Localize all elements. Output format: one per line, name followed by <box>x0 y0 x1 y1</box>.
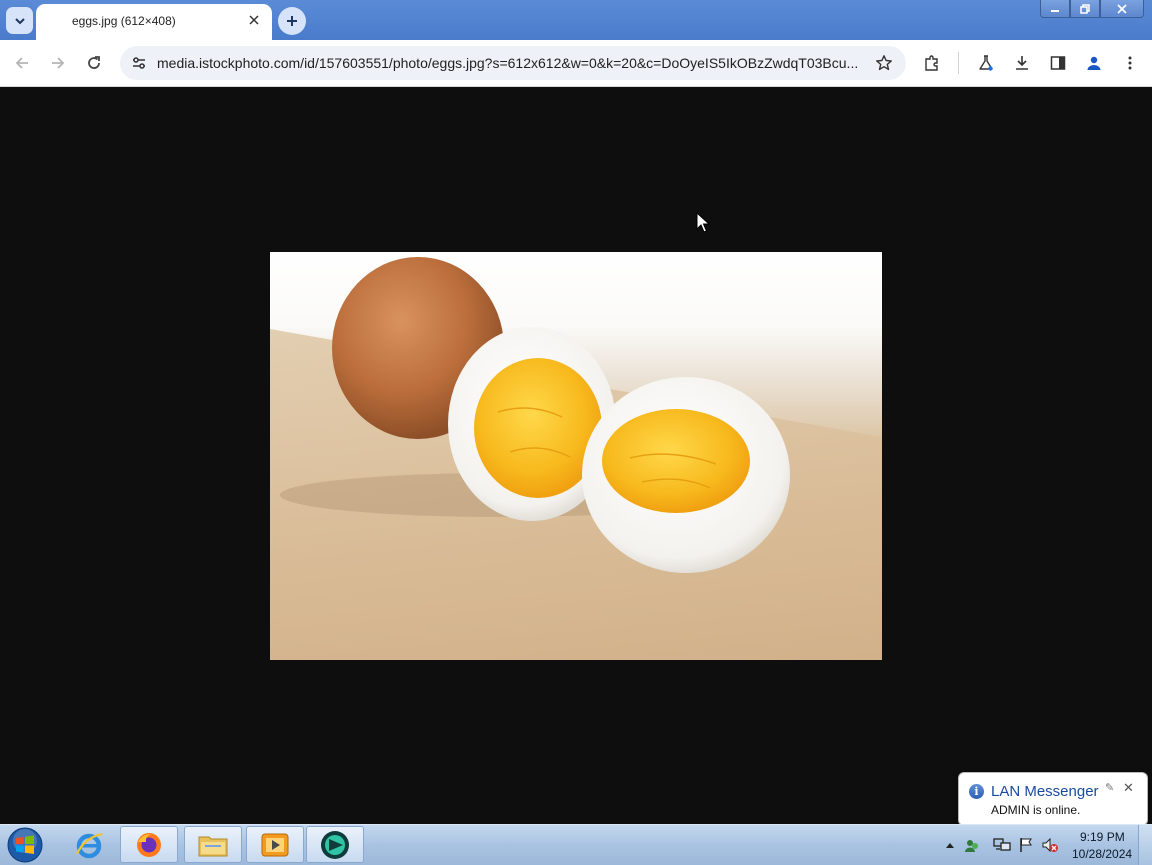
network-tray-icon[interactable] <box>992 835 1012 855</box>
close-window-button[interactable] <box>1100 0 1144 18</box>
chevron-down-icon <box>14 17 25 24</box>
more-vert-icon <box>1128 56 1132 70</box>
address-bar[interactable]: media.istockphoto.com/id/157603551/photo… <box>120 46 906 80</box>
taskbar-file-explorer[interactable] <box>184 826 242 863</box>
pin-icon[interactable]: ✎ <box>1105 781 1114 794</box>
menu-button[interactable] <box>1116 49 1144 77</box>
reload-icon <box>88 56 100 69</box>
clock-date[interactable]: 10/28/2024 <box>1072 847 1132 861</box>
show-hidden-icons-button[interactable] <box>940 835 960 855</box>
show-desktop-button[interactable] <box>1138 825 1152 865</box>
mouse-pointer-icon <box>696 212 710 233</box>
star-icon <box>876 55 892 71</box>
extensions-button[interactable] <box>918 49 946 77</box>
arrow-right-icon <box>52 57 65 69</box>
browser-titlebar: eggs.jpg (612×408) <box>0 0 1152 40</box>
internet-explorer-icon <box>75 832 103 858</box>
notification-close-button[interactable]: ✕ <box>1123 780 1134 796</box>
chevron-up-icon <box>946 843 954 848</box>
flask-icon <box>979 55 993 71</box>
firefox-icon <box>137 832 161 857</box>
eggs-illustration <box>280 257 790 573</box>
forward-button[interactable] <box>44 49 72 77</box>
person-icon <box>1087 56 1101 70</box>
minimize-icon <box>1051 9 1059 12</box>
eggs-photo[interactable] <box>270 252 882 660</box>
profile-button[interactable] <box>1080 49 1108 77</box>
minimize-button[interactable] <box>1040 0 1070 18</box>
lan-messenger-tray-icon[interactable] <box>962 835 982 855</box>
start-button[interactable] <box>5 826 45 864</box>
puzzle-icon <box>925 55 938 71</box>
clock-time[interactable]: 9:19 PM <box>1080 830 1125 844</box>
image-viewer <box>0 87 1152 824</box>
download-icon <box>1016 56 1028 70</box>
volume-tray-icon[interactable] <box>1040 835 1060 855</box>
tab-search-button[interactable] <box>6 7 33 34</box>
flag-icon <box>1020 838 1032 852</box>
new-tab-button[interactable] <box>278 7 306 35</box>
restore-button[interactable] <box>1070 0 1100 18</box>
notification-title: LAN Messenger <box>991 783 1099 800</box>
app-circle-icon <box>321 830 349 859</box>
tab-close-button[interactable] <box>246 12 262 28</box>
restore-icon <box>1080 3 1090 14</box>
windows-logo-icon <box>7 827 43 863</box>
reload-button[interactable] <box>80 49 108 77</box>
url-text[interactable]: media.istockphoto.com/id/157603551/photo… <box>157 55 863 71</box>
side-panel-icon <box>1050 56 1066 70</box>
taskbar-internet-explorer[interactable] <box>60 826 118 863</box>
speaker-muted-icon <box>1042 837 1058 853</box>
taskbar-firefox[interactable] <box>120 826 178 863</box>
window-controls <box>1040 0 1144 18</box>
taskbar-chrome-app[interactable] <box>306 826 364 863</box>
downloads-button[interactable] <box>1008 49 1036 77</box>
toolbar-divider <box>958 52 959 74</box>
tune-icon <box>133 57 145 69</box>
taskbar-media-player[interactable] <box>246 826 304 863</box>
network-icon <box>993 838 1011 851</box>
close-icon <box>249 15 259 25</box>
browser-toolbar: media.istockphoto.com/id/157603551/photo… <box>0 40 1152 87</box>
taskbar: 9:19 PM 10/28/2024 <box>0 824 1152 865</box>
close-icon <box>1117 3 1127 14</box>
action-center-tray-icon[interactable] <box>1016 835 1036 855</box>
plus-icon <box>287 16 297 26</box>
lan-messenger-notification[interactable]: i LAN Messenger ADMIN is online. ✎ ✕ <box>958 772 1148 826</box>
labs-button[interactable] <box>972 49 1000 77</box>
notification-body: ADMIN is online. <box>991 803 1081 817</box>
back-button[interactable] <box>8 49 36 77</box>
media-player-icon <box>261 833 289 856</box>
bookmark-button[interactable] <box>872 51 896 75</box>
tab-title: eggs.jpg (612×408) <box>72 14 176 28</box>
info-icon: i <box>969 784 984 799</box>
tab-eggs[interactable]: eggs.jpg (612×408) <box>36 4 272 40</box>
arrow-left-icon <box>15 57 28 69</box>
folder-icon <box>198 836 228 856</box>
messenger-icon <box>965 840 978 852</box>
side-panel-button[interactable] <box>1044 49 1072 77</box>
site-info-button[interactable] <box>126 50 152 76</box>
